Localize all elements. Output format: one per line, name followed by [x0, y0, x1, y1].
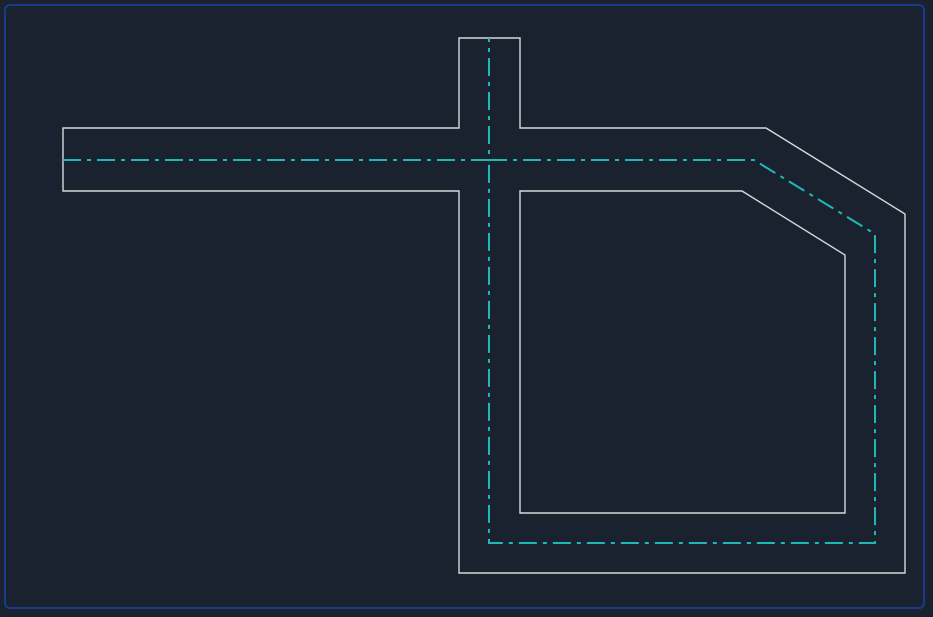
- outline-outer: [63, 38, 905, 573]
- centerline-layer: [63, 38, 875, 543]
- centerline-1: [63, 38, 489, 160]
- outline-inner: [520, 191, 845, 513]
- cad-canvas: [0, 0, 933, 617]
- centerline-2: [489, 160, 875, 543]
- outline-layer: [63, 38, 905, 573]
